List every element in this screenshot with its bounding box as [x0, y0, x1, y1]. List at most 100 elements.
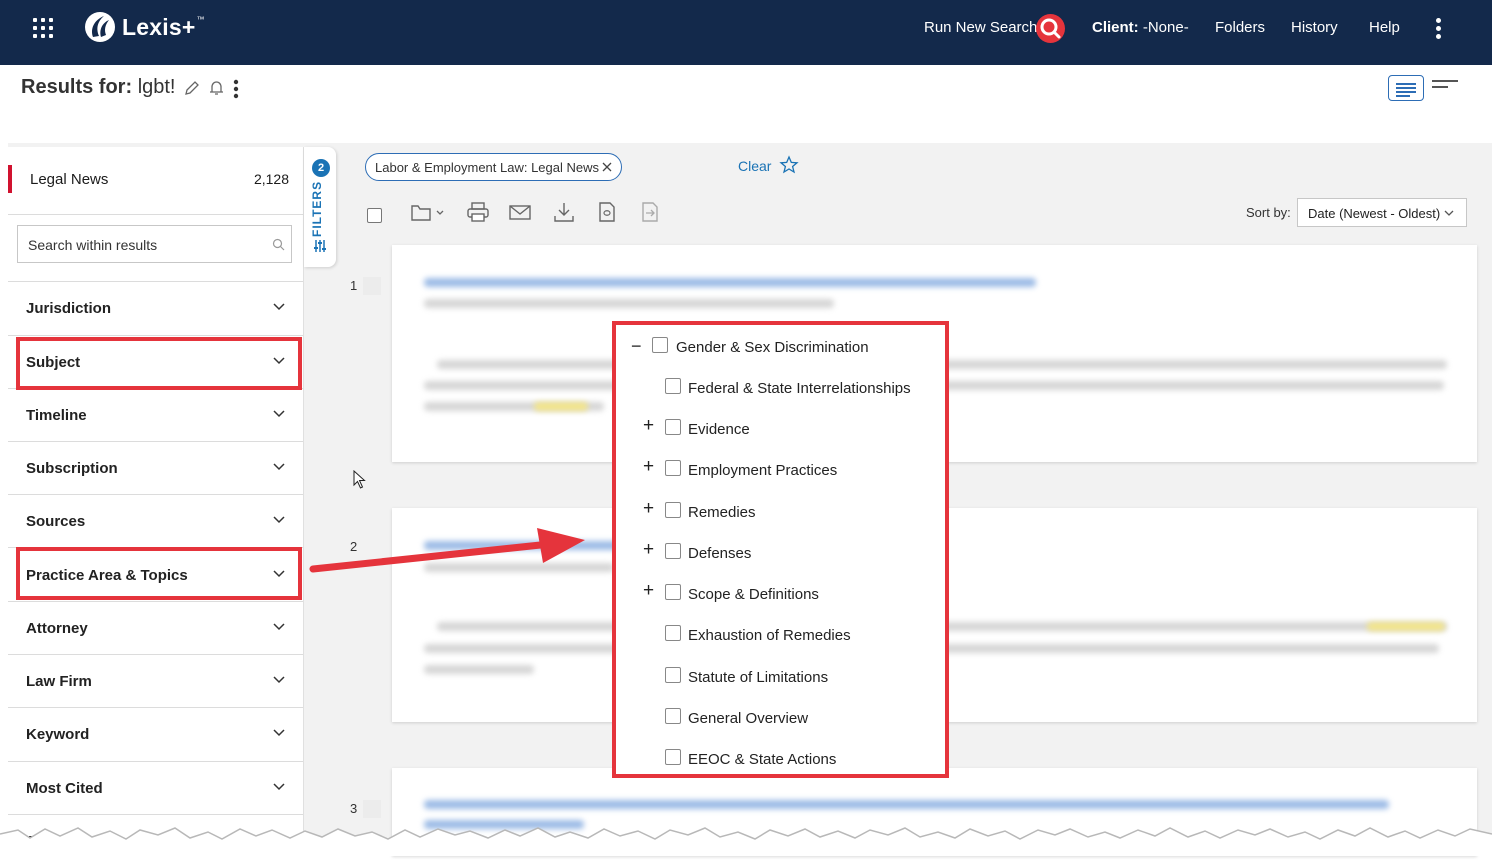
topic-checkbox[interactable]: [665, 543, 681, 559]
select-all-checkbox[interactable]: [367, 208, 382, 223]
result-checkbox[interactable]: [363, 800, 381, 818]
result-number: 1: [350, 278, 358, 293]
expand-toggle[interactable]: +: [643, 416, 657, 435]
clear-filters-link[interactable]: Clear: [738, 158, 771, 174]
topic-checkbox[interactable]: [665, 625, 681, 641]
chevron-down-icon: [273, 623, 285, 631]
facet-label: Timeline: [26, 407, 87, 424]
compact-view-button[interactable]: [1432, 80, 1458, 90]
active-filter-chip[interactable]: Labor & Employment Law: Legal News: [365, 153, 622, 181]
facet-timeline[interactable]: Timeline: [8, 389, 303, 442]
filter-sliders-icon: [314, 240, 326, 252]
more-vert-icon[interactable]: [232, 79, 240, 99]
help-link[interactable]: Help: [1369, 19, 1400, 36]
apps-grid-icon[interactable]: [33, 18, 53, 38]
collapse-toggle[interactable]: −: [631, 337, 645, 355]
topic-checkbox[interactable]: [665, 460, 681, 476]
expand-toggle[interactable]: +: [643, 540, 657, 559]
sort-select[interactable]: Date (Newest - Oldest): [1297, 198, 1467, 227]
topic-checkbox[interactable]: [665, 749, 681, 765]
chevron-down-icon: [273, 516, 285, 524]
history-link[interactable]: History: [1291, 19, 1338, 36]
print-icon[interactable]: [466, 201, 490, 223]
topic-label: EEOC & State Actions: [688, 751, 837, 768]
top-navigation-bar: Lexis+ ™ Run New Search Client: -None- F…: [0, 0, 1492, 65]
brand-name: Lexis+: [122, 13, 196, 40]
filters-tab-label: FILTERS: [310, 180, 324, 237]
topic-item-gender-sex-discrimination[interactable]: − Gender & Sex Discrimination: [616, 333, 946, 363]
facet-attorney[interactable]: Attorney: [8, 602, 303, 655]
topic-checkbox[interactable]: [665, 378, 681, 394]
topic-label: Remedies: [688, 504, 756, 521]
download-icon[interactable]: [552, 201, 576, 223]
topic-label: Scope & Definitions: [688, 586, 819, 603]
chevron-down-icon: [273, 676, 285, 684]
active-filter-chip-label: Labor & Employment Law: Legal News: [375, 160, 600, 175]
expand-toggle[interactable]: +: [643, 499, 657, 518]
run-new-search-link[interactable]: Run New Search: [924, 19, 1037, 36]
more-vert-icon[interactable]: [1436, 18, 1442, 40]
chevron-down-icon: [273, 729, 285, 737]
facet-most-cited[interactable]: Most Cited: [8, 762, 303, 815]
topic-item-general-overview[interactable]: General Overview: [616, 704, 946, 734]
full-view-button[interactable]: [1388, 75, 1424, 101]
mouse-cursor-icon: [353, 470, 366, 489]
topic-item-federal-state[interactable]: Federal & State Interrelationships: [616, 374, 946, 404]
expand-toggle[interactable]: +: [643, 457, 657, 476]
close-icon[interactable]: [601, 161, 613, 173]
folders-link[interactable]: Folders: [1215, 19, 1265, 36]
topic-checkbox[interactable]: [665, 584, 681, 600]
folder-icon[interactable]: [410, 201, 446, 223]
pencil-icon[interactable]: [184, 80, 200, 96]
facet-keyword[interactable]: Keyword: [8, 708, 303, 761]
content-type-legal-news[interactable]: Legal News 2,128: [8, 165, 303, 195]
export-icon[interactable]: [638, 201, 662, 223]
topic-checkbox[interactable]: [665, 419, 681, 435]
facet-label: Jurisdiction: [26, 300, 112, 317]
search-within-input[interactable]: [26, 236, 260, 254]
topic-item-exhaustion-of-remedies[interactable]: Exhaustion of Remedies: [616, 621, 946, 651]
topic-item-remedies[interactable]: + Remedies: [616, 498, 946, 528]
topic-checkbox[interactable]: [665, 667, 681, 683]
search-button[interactable]: [1036, 14, 1065, 43]
filters-tab[interactable]: 2 FILTERS: [304, 147, 336, 267]
topic-item-scope-definitions[interactable]: + Scope & Definitions: [616, 580, 946, 610]
topic-checkbox[interactable]: [652, 337, 668, 353]
filter-sidebar: Legal News 2,128 Jurisdiction Subject Ti…: [8, 147, 304, 856]
facet-jurisdiction[interactable]: Jurisdiction: [8, 282, 303, 335]
client-selector[interactable]: Client: -None-: [1092, 19, 1189, 36]
facet-label: Attorney: [26, 620, 88, 637]
result-checkbox[interactable]: [363, 277, 381, 295]
facet-label: Keyword: [26, 726, 90, 743]
topic-item-eeoc-state-actions[interactable]: EEOC & State Actions: [616, 745, 946, 775]
topic-checkbox[interactable]: [665, 502, 681, 518]
topic-checkbox[interactable]: [665, 708, 681, 724]
topic-item-evidence[interactable]: + Evidence: [616, 415, 946, 445]
chevron-down-icon: [273, 783, 285, 791]
copy-icon[interactable]: [595, 201, 619, 223]
filters-count-badge: 2: [312, 159, 330, 177]
bell-icon[interactable]: [209, 80, 224, 96]
expand-toggle[interactable]: +: [643, 581, 657, 600]
email-icon[interactable]: [508, 201, 532, 223]
facet-law-firm[interactable]: Law Firm: [8, 655, 303, 708]
topic-item-defenses[interactable]: + Defenses: [616, 539, 946, 569]
facet-subscription[interactable]: Subscription: [8, 442, 303, 495]
search-icon[interactable]: [272, 238, 285, 251]
facet-label: Law Firm: [26, 673, 92, 690]
facet-sources[interactable]: Sources: [8, 495, 303, 548]
topic-label: Exhaustion of Remedies: [688, 627, 851, 644]
torn-edge-decoration: [0, 827, 1492, 856]
content-type-count: 2,128: [253, 171, 289, 187]
topic-item-statute-of-limitations[interactable]: Statute of Limitations: [616, 663, 946, 693]
lexis-logo-icon: [85, 12, 115, 42]
topic-label: Gender & Sex Discrimination: [676, 339, 869, 356]
lexis-logo[interactable]: Lexis+ ™: [84, 11, 204, 43]
star-icon[interactable]: [779, 155, 799, 175]
topic-label: Federal & State Interrelationships: [688, 380, 911, 397]
brand-trademark: ™: [196, 14, 205, 24]
topic-label: General Overview: [688, 710, 809, 727]
annotation-highlight-subject: [16, 337, 302, 390]
facet-label: Most Cited: [26, 780, 103, 797]
topic-item-employment-practices[interactable]: + Employment Practices: [616, 456, 946, 486]
